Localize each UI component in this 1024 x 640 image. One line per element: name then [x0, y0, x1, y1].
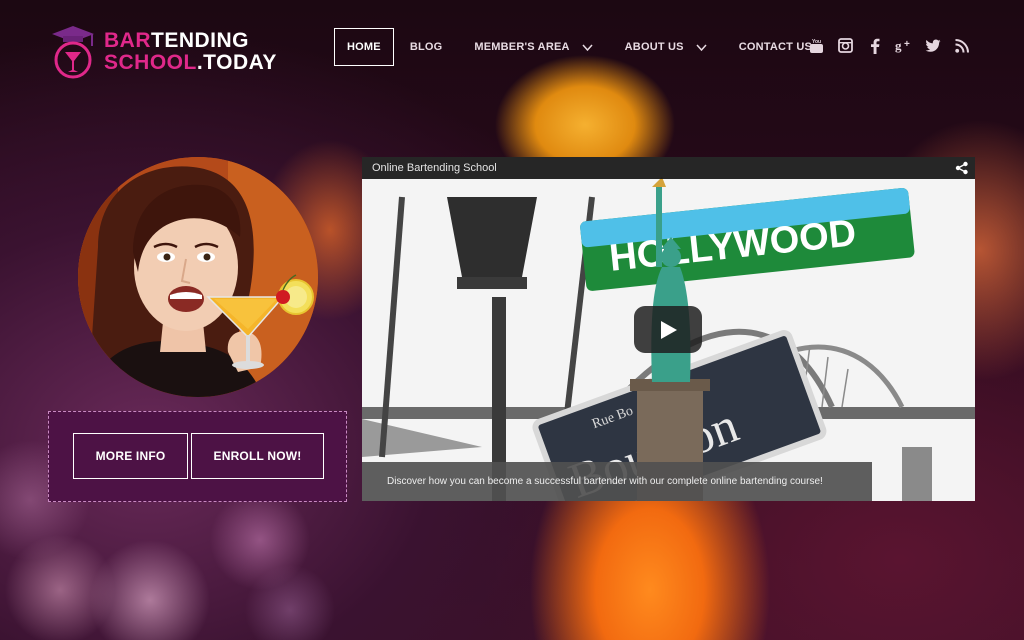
logo-text-tending: TENDING	[151, 29, 249, 52]
video-title-bar: Online Bartending School	[362, 157, 975, 179]
woman-with-cocktail-illustration	[78, 157, 318, 397]
social-links: You g +	[808, 37, 970, 54]
facebook-icon[interactable]	[866, 37, 883, 54]
hero-portrait	[78, 157, 318, 397]
nav-home[interactable]: HOME	[334, 28, 394, 66]
video-caption-bar: Discover how you can become a successful…	[362, 462, 872, 501]
cta-panel: MORE INFO ENROLL NOW!	[48, 411, 347, 502]
play-button[interactable]	[634, 306, 702, 353]
nav-about-us-label: ABOUT US	[624, 41, 684, 53]
nav-about-us[interactable]: ABOUT US	[609, 28, 723, 66]
video-title[interactable]: Online Bartending School	[372, 162, 497, 174]
share-icon[interactable]	[955, 161, 969, 175]
google-plus-icon[interactable]: g +	[895, 37, 912, 54]
video-caption: Discover how you can become a successful…	[387, 476, 823, 487]
video-player[interactable]: Online Bartending School HOLLYWOOD Rue B…	[362, 157, 975, 501]
rss-icon[interactable]	[953, 37, 970, 54]
nav-members-area[interactable]: MEMBER'S AREA	[458, 28, 608, 66]
play-icon	[661, 320, 677, 339]
nav-contact-us-label: CONTACT US	[738, 41, 812, 53]
site-header: BARTENDING SCHOOL.TODAY HOME BLOG MEMBER…	[0, 0, 1024, 95]
logo-text-today: .TODAY	[196, 51, 277, 74]
site-logo[interactable]: BARTENDING SCHOOL.TODAY	[50, 24, 280, 82]
logo-text-school: SCHOOL	[104, 51, 197, 74]
logo-text-bar: BAR	[104, 29, 151, 52]
svg-text:+: +	[904, 39, 910, 50]
nav-home-label: HOME	[347, 41, 381, 53]
chevron-down-icon	[696, 43, 707, 51]
more-info-button[interactable]: MORE INFO	[73, 433, 188, 479]
svg-text:You: You	[812, 39, 821, 45]
instagram-icon[interactable]	[837, 37, 854, 54]
nav-blog[interactable]: BLOG	[394, 28, 459, 66]
svg-text:g: g	[895, 38, 902, 53]
main-nav: HOME BLOG MEMBER'S AREA ABOUT US CONTACT…	[334, 28, 828, 66]
enroll-now-button[interactable]: ENROLL NOW!	[191, 433, 324, 479]
chevron-down-icon	[582, 43, 593, 51]
nav-members-area-label: MEMBER'S AREA	[474, 41, 570, 53]
youtube-icon[interactable]: You	[808, 37, 825, 54]
logo-wordmark: BARTENDING SCHOOL.TODAY	[104, 30, 277, 74]
nav-blog-label: BLOG	[409, 41, 443, 53]
twitter-icon[interactable]	[924, 37, 941, 54]
graduation-cap-glass-icon	[52, 26, 94, 79]
